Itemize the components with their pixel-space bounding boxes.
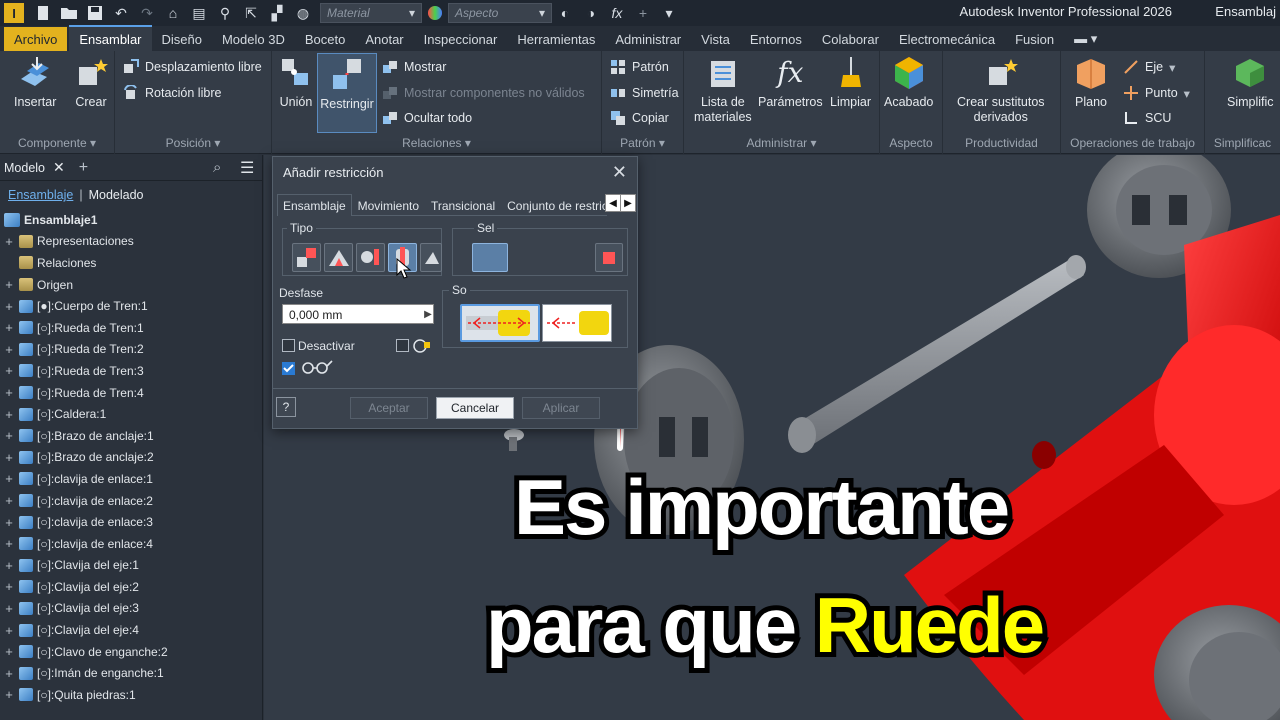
aligned-cylinders-icon bbox=[547, 311, 609, 335]
caption-line-1: Es importante bbox=[509, 458, 1015, 556]
help-icon[interactable]: ? bbox=[276, 397, 296, 417]
tangent-icon bbox=[361, 249, 379, 265]
symmetry-constraint-button[interactable] bbox=[420, 243, 442, 272]
angle-icon bbox=[329, 250, 349, 266]
solution-opposed-button[interactable] bbox=[460, 304, 540, 342]
angle-constraint-button[interactable] bbox=[324, 243, 353, 272]
desactivar-label: Desactivar bbox=[298, 339, 355, 353]
selecciones-label: Sel bbox=[474, 221, 498, 235]
caption-line-2-prefix: para que bbox=[481, 576, 815, 674]
cursor-icon bbox=[396, 258, 412, 279]
solucion-label: So bbox=[449, 283, 470, 297]
selection-2-button[interactable] bbox=[595, 243, 623, 272]
caption-highlight: Ruede bbox=[810, 576, 1050, 674]
tab-movimiento[interactable]: Movimiento bbox=[352, 194, 425, 215]
offset-input[interactable]: 0,000 mm bbox=[282, 304, 434, 324]
close-icon[interactable]: ✕ bbox=[612, 162, 627, 183]
aplicar-button[interactable]: Aplicar bbox=[522, 397, 600, 419]
preview-checkbox[interactable] bbox=[282, 362, 295, 375]
opposed-cylinders-icon bbox=[466, 310, 530, 336]
check-icon bbox=[283, 364, 294, 373]
dialog-tabs: Ensamblaje Movimiento Transicional Conju… bbox=[277, 194, 607, 216]
symmetry-icon bbox=[425, 252, 439, 264]
tab-scroll-right-icon[interactable]: ▶ bbox=[620, 194, 636, 212]
caption-line-2: para que Ruede bbox=[481, 576, 1050, 674]
preview-glasses-icon bbox=[302, 360, 333, 374]
footer-divider bbox=[272, 388, 638, 389]
tab-ensamblaje[interactable]: Ensamblaje bbox=[277, 194, 352, 216]
aceptar-button[interactable]: Aceptar bbox=[350, 397, 428, 419]
tab-conjunto-restricciones[interactable]: Conjunto de restricc bbox=[501, 194, 607, 215]
cancelar-button[interactable]: Cancelar bbox=[436, 397, 514, 419]
mate-constraint-button[interactable] bbox=[292, 243, 321, 272]
limits-checkbox[interactable] bbox=[396, 339, 409, 352]
tangent-constraint-button[interactable] bbox=[356, 243, 385, 272]
tab-scroll-left-icon[interactable]: ◀ bbox=[605, 194, 621, 212]
tipo-label: Tipo bbox=[287, 221, 316, 235]
selection-2-icon bbox=[603, 252, 615, 264]
desactivar-checkbox[interactable] bbox=[282, 339, 295, 352]
limits-lock-icon bbox=[413, 339, 430, 353]
tab-transicional[interactable]: Transicional bbox=[425, 194, 501, 215]
mate-icon bbox=[297, 248, 316, 267]
desfase-label: Desfase bbox=[279, 286, 324, 300]
dialog-title: Añadir restricción bbox=[283, 164, 384, 180]
solution-aligned-button[interactable] bbox=[542, 304, 612, 342]
selection-1-button[interactable] bbox=[472, 243, 508, 272]
offset-arrow-icon[interactable]: ▶ bbox=[421, 305, 435, 323]
